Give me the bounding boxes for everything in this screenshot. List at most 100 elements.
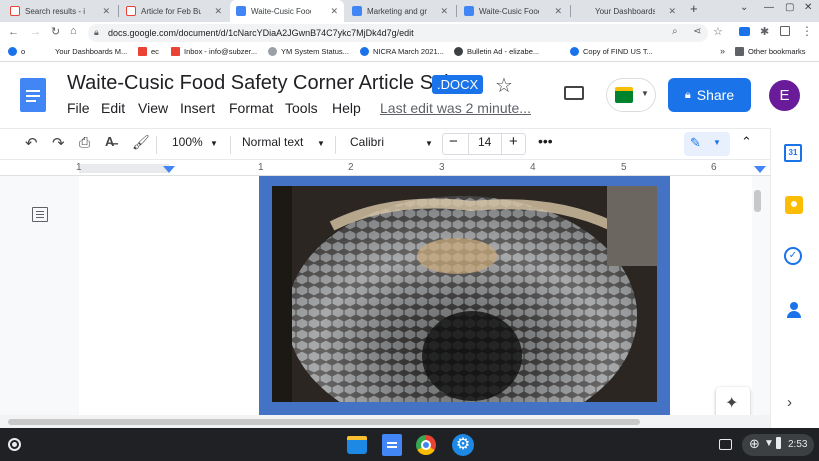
dashboard-icon	[42, 47, 51, 56]
bookmark-label: ec	[151, 47, 159, 56]
close-icon[interactable]: ✕	[436, 6, 448, 17]
redo-icon[interactable]: ↷	[52, 134, 65, 152]
tab-article-feb-bulletin[interactable]: Article for Feb Bulletin ✕	[120, 0, 228, 22]
menu-help[interactable]: Help	[332, 100, 361, 116]
extension-icon[interactable]	[739, 27, 750, 36]
tab-title: Marketing and growin	[367, 6, 427, 16]
menu-insert[interactable]: Insert	[180, 100, 215, 116]
launcher-icon[interactable]	[8, 438, 21, 451]
bookmark-star-icon[interactable]: ☆	[713, 25, 723, 38]
globe-icon	[454, 47, 463, 56]
undo-icon[interactable]: ↶	[25, 134, 38, 152]
clock: 2:53	[788, 439, 808, 450]
side-panel-icon[interactable]	[780, 26, 790, 36]
paragraph-style-select[interactable]: Normal text	[242, 135, 303, 149]
more-bookmarks-icon[interactable]: »	[720, 46, 725, 56]
chrome-app-icon[interactable]	[416, 435, 436, 455]
indent-marker-icon[interactable]	[163, 166, 175, 173]
avatar[interactable]: E	[769, 80, 800, 111]
share-button[interactable]: 🔒︎ Share	[668, 78, 751, 112]
close-icon[interactable]: ✕	[210, 6, 222, 17]
calendar-icon[interactable]: 31	[784, 144, 802, 162]
more-menu-icon[interactable]: ⋮	[801, 24, 813, 38]
files-icon[interactable]	[347, 436, 367, 454]
bookmark-item[interactable]: Bulletin Ad - elizabe...	[454, 47, 539, 56]
docs-logo-icon[interactable]	[20, 78, 46, 112]
other-bookmarks[interactable]: Other bookmarks	[735, 47, 806, 56]
star-icon[interactable]: ☆	[495, 73, 513, 98]
menu-edit[interactable]: Edit	[101, 100, 125, 116]
document-image[interactable]	[272, 186, 657, 402]
puzzle-icon[interactable]: ✱	[760, 25, 769, 38]
restore-button[interactable]: ▢	[785, 2, 794, 13]
docs-app-icon[interactable]	[382, 434, 402, 456]
ruler-number: 4	[530, 162, 536, 173]
bookmark-item[interactable]: Inbox - info@subzer...	[171, 47, 257, 56]
back-icon[interactable]: ←	[8, 26, 19, 38]
chrome-icon	[8, 47, 17, 56]
bookmark-item[interactable]: o	[8, 47, 25, 56]
menu-tools[interactable]: Tools	[285, 100, 318, 116]
bookmark-item[interactable]: NICRA March 2021...	[360, 47, 444, 56]
address-bar[interactable]: 🔒︎ docs.google.com/document/d/1cNarcYDia…	[88, 24, 708, 42]
tasks-icon[interactable]: ✓	[784, 247, 802, 265]
document-title[interactable]: Waite-Cusic Food Safety Corner Article S…	[67, 72, 472, 95]
meet-icon	[615, 87, 633, 103]
paint-format-icon[interactable]: 🖌︎	[132, 134, 150, 151]
font-size-value[interactable]: 14	[478, 135, 491, 149]
last-edit-link[interactable]: Last edit was 2 minute...	[380, 100, 531, 116]
close-icon[interactable]: ✕	[550, 6, 562, 17]
hide-menus-icon[interactable]: ⌃	[741, 134, 752, 150]
new-tab-button[interactable]: +	[690, 1, 698, 16]
keep-icon[interactable]	[785, 196, 803, 214]
close-icon[interactable]: ✕	[326, 6, 338, 17]
chrome-icon	[570, 47, 579, 56]
forward-icon[interactable]: →	[30, 26, 41, 38]
spellcheck-icon[interactable]: A̶	[105, 134, 114, 149]
comments-icon[interactable]	[564, 86, 584, 100]
tab-dashboards[interactable]: Your Dashboards Ad ✕	[574, 0, 682, 22]
menu-file[interactable]: File	[67, 100, 90, 116]
close-window-button[interactable]: ✕	[804, 2, 812, 13]
bookmark-item[interactable]: Copy of FIND US T...	[570, 47, 653, 56]
tab-marketing[interactable]: Marketing and growin ✕	[346, 0, 454, 22]
share-page-icon[interactable]: ⋖	[693, 26, 701, 37]
outline-icon[interactable]	[32, 207, 48, 222]
horizontal-scroll-thumb[interactable]	[8, 419, 640, 425]
editing-mode-button[interactable]: ✎ ▼	[684, 132, 730, 156]
home-icon[interactable]: ⌂	[70, 25, 77, 37]
font-select[interactable]: Calibri	[350, 135, 384, 149]
tab-title: Article for Feb Bulletin	[141, 6, 201, 16]
right-indent-marker-icon[interactable]	[754, 166, 766, 173]
tab-waite-cusic-active[interactable]: Waite-Cusic Food Saf ✕	[230, 0, 344, 22]
tab-search-icon[interactable]: ⌄	[740, 2, 748, 13]
menu-view[interactable]: View	[138, 100, 168, 116]
contacts-icon[interactable]	[787, 302, 801, 318]
expand-panel-icon[interactable]: ›	[787, 394, 792, 411]
zoom-select[interactable]: 100%	[172, 135, 203, 149]
increase-font-icon[interactable]: +	[509, 133, 518, 150]
os-shelf	[0, 428, 819, 461]
reload-icon[interactable]: ↻	[51, 25, 60, 38]
tab-search-results[interactable]: Search results - info@ ✕	[4, 0, 116, 22]
zoom-icon[interactable]: ⌕	[672, 26, 678, 37]
overview-icon[interactable]	[719, 439, 732, 450]
bookmark-item[interactable]: YM System Status...	[268, 47, 349, 56]
close-icon[interactable]: ✕	[98, 6, 110, 17]
vertical-scrollbar[interactable]	[754, 190, 761, 212]
settings-gear-icon[interactable]: ⚙	[452, 434, 474, 456]
minimize-button[interactable]: —	[764, 2, 774, 13]
close-icon[interactable]: ✕	[664, 6, 676, 17]
bookmark-item[interactable]: ec	[138, 47, 159, 56]
decrease-font-icon[interactable]: −	[449, 133, 458, 150]
tab-waite-cusic-2[interactable]: Waite-Cusic Food Saf ✕	[458, 0, 568, 22]
gmail-icon	[138, 47, 147, 56]
meet-button[interactable]: ▼	[606, 78, 656, 112]
menu-format[interactable]: Format	[229, 100, 273, 116]
tab-title: Search results - info@	[25, 6, 85, 16]
more-options-icon[interactable]: •••	[538, 133, 553, 149]
bookmark-item[interactable]: Your Dashboards M...	[42, 47, 127, 56]
status-tray[interactable]: ⊕ ▼ 2:53	[742, 434, 814, 456]
ruler-number: 3	[439, 162, 445, 173]
print-icon[interactable]: ⎙	[79, 134, 90, 151]
